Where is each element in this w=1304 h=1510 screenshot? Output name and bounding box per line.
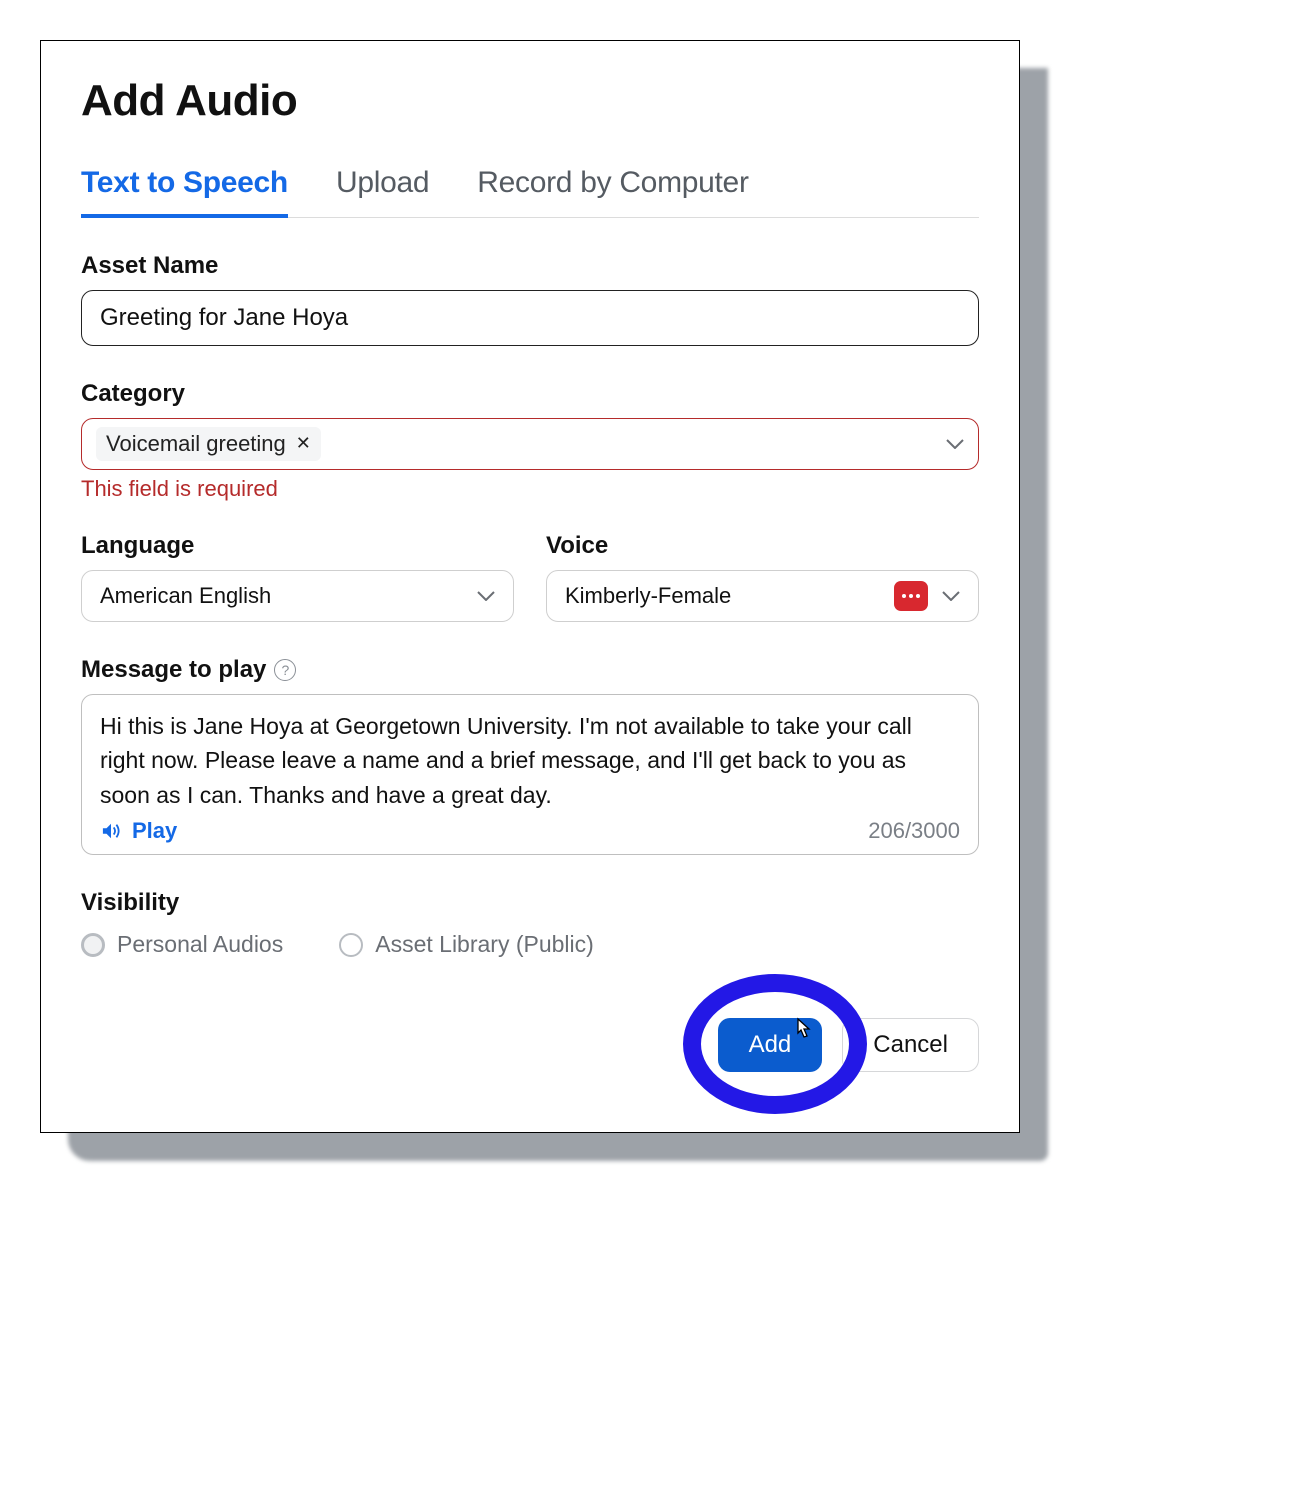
chevron-down-icon [477,591,495,601]
radio-personal-audios[interactable]: Personal Audios [81,931,283,958]
speaker-icon [100,822,122,840]
add-button[interactable]: Add [718,1018,823,1072]
category-label: Category [81,380,979,408]
play-label: Play [132,818,177,844]
radio-icon [81,933,105,957]
language-value: American English [100,583,271,609]
message-label: Message to play ? [81,656,979,684]
category-chip-label: Voicemail greeting [106,431,286,457]
cancel-button[interactable]: Cancel [842,1018,979,1072]
add-audio-modal: Add Audio Text to Speech Upload Record b… [40,40,1020,1133]
radio-label: Personal Audios [117,931,283,958]
asset-name-input[interactable] [81,290,979,346]
chevron-down-icon [942,591,960,601]
voice-value: Kimberly-Female [565,583,731,609]
tab-upload[interactable]: Upload [336,166,429,217]
radio-asset-library[interactable]: Asset Library (Public) [339,931,594,958]
voice-options-icon[interactable] [894,581,928,611]
radio-icon [339,933,363,957]
play-button[interactable]: Play [100,818,177,844]
chevron-down-icon [946,439,964,449]
category-select[interactable]: Voicemail greeting ✕ [81,418,979,470]
voice-label: Voice [546,532,979,560]
asset-name-label: Asset Name [81,252,979,280]
category-chip: Voicemail greeting ✕ [96,427,321,461]
tab-text-to-speech[interactable]: Text to Speech [81,166,288,218]
voice-select[interactable]: Kimberly-Female [546,570,979,622]
radio-label: Asset Library (Public) [375,931,594,958]
category-error: This field is required [81,476,979,502]
action-row: Add Cancel [81,1018,979,1072]
tab-record-by-computer[interactable]: Record by Computer [477,166,748,217]
modal-title: Add Audio [81,76,979,126]
language-label: Language [81,532,514,560]
visibility-label: Visibility [81,889,979,917]
language-select[interactable]: American English [81,570,514,622]
help-icon[interactable]: ? [274,659,296,681]
tabs: Text to Speech Upload Record by Computer [81,166,979,218]
message-box: Hi this is Jane Hoya at Georgetown Unive… [81,694,979,856]
message-textarea[interactable]: Hi this is Jane Hoya at Georgetown Unive… [100,709,960,813]
char-counter: 206/3000 [868,818,960,844]
remove-chip-icon[interactable]: ✕ [296,433,311,454]
